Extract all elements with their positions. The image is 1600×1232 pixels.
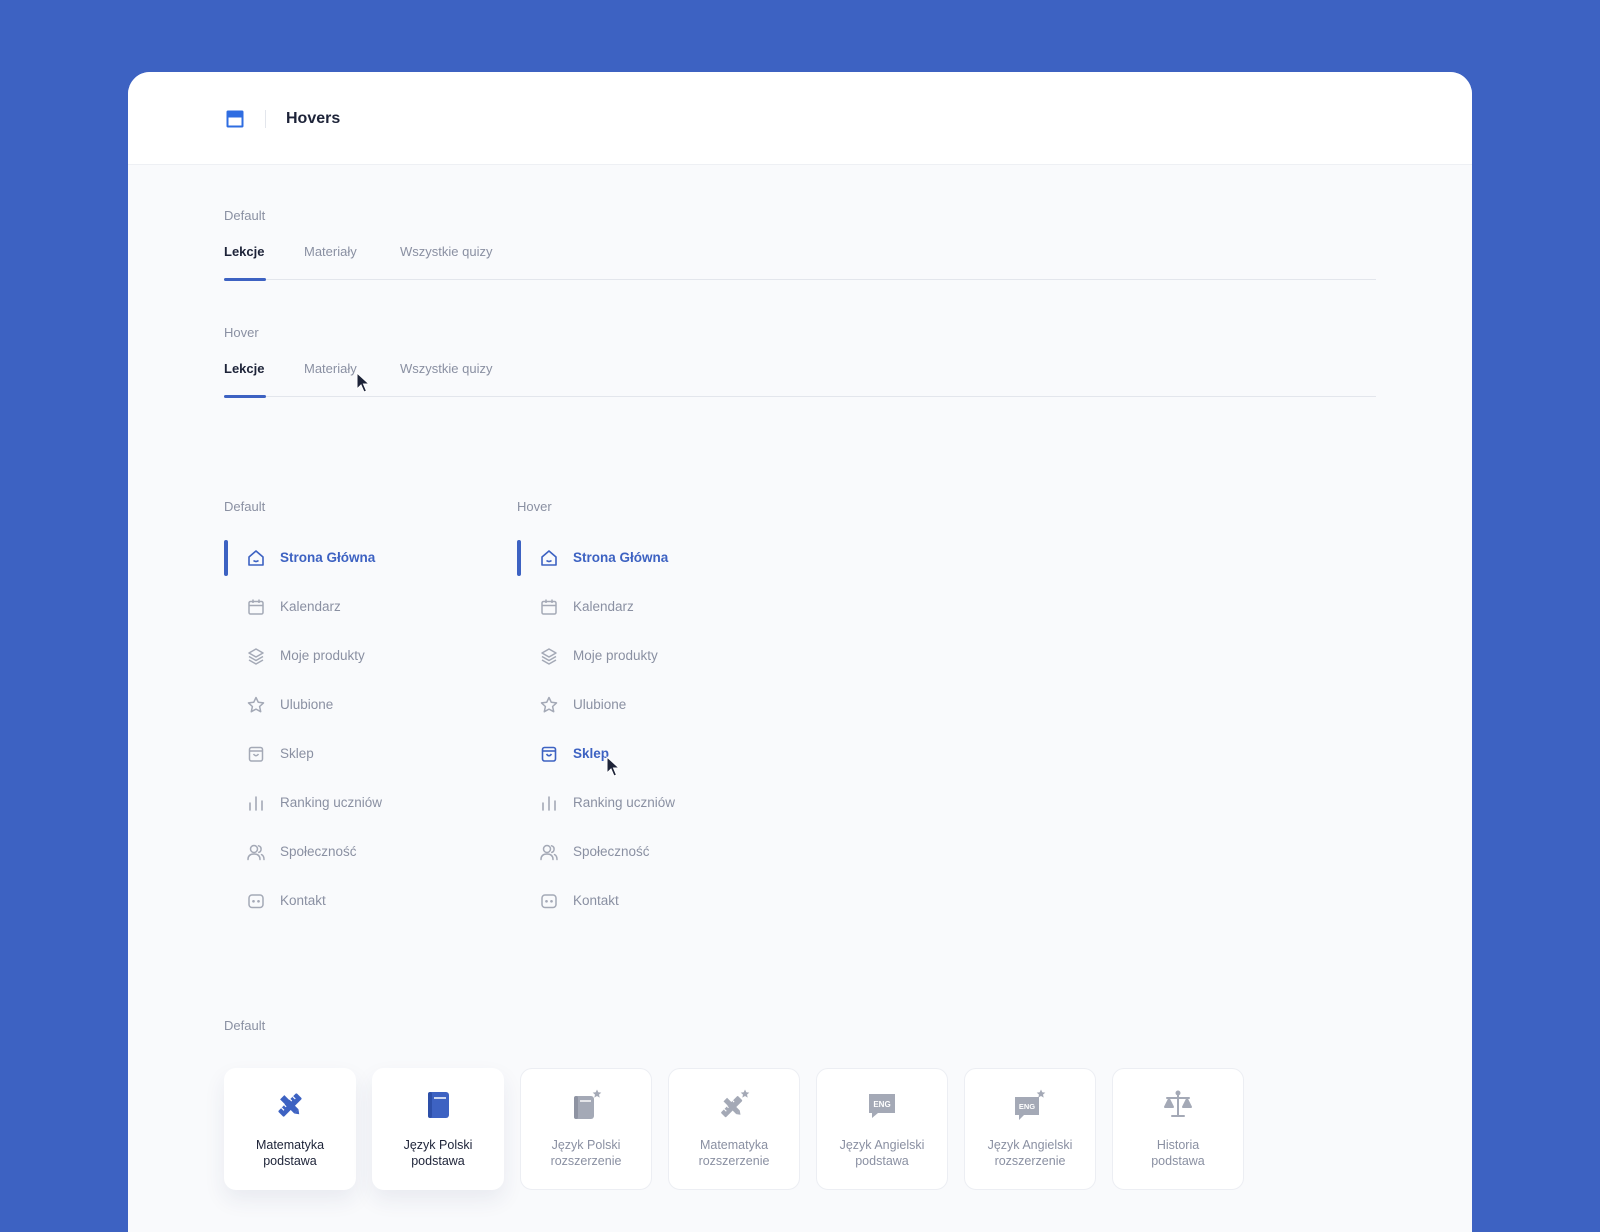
nav-item-label: Moje produkty: [280, 648, 365, 663]
nav-item-kalendarz[interactable]: Kalendarz: [517, 589, 777, 625]
nav-item-moje-produkty[interactable]: Moje produkty: [224, 638, 484, 674]
nav-item-label: Kontakt: [280, 893, 326, 908]
subject-label: Język Polski podstawa: [403, 1138, 473, 1168]
svg-text:ENG: ENG: [873, 1100, 890, 1109]
active-tab-indicator: [224, 278, 266, 281]
subject-card-historia-podstawa[interactable]: Historia podstawa: [1112, 1068, 1244, 1190]
nav-item-sklep[interactable]: Sklep: [517, 736, 777, 772]
nav-item-label: Strona Główna: [280, 550, 376, 565]
subject-label: Matematyka rozszerzenie: [698, 1138, 770, 1168]
nav-item-ranking-uczniow[interactable]: Ranking uczniów: [517, 785, 777, 821]
tab-lekcje[interactable]: Lekcje: [224, 244, 264, 259]
ruler-pencil-icon: [278, 1093, 302, 1117]
calendar-icon: [248, 599, 264, 615]
nav-item-ulubione[interactable]: Ulubione: [224, 687, 484, 723]
nav-item-label: Moje produkty: [573, 648, 658, 663]
mouse-cursor-icon: [606, 756, 620, 777]
nav-item-label: Strona Główna: [573, 550, 669, 565]
book-icon: [428, 1092, 449, 1118]
subject-card-matematyka-rozszerzenie[interactable]: Matematyka rozszerzenie: [668, 1068, 800, 1190]
eng-bubble-icon: ENG: [869, 1094, 895, 1118]
page-title: Hovers: [286, 110, 341, 127]
header-divider: [265, 110, 266, 128]
shopping-bag-icon: [541, 746, 557, 762]
nav-item-label: Ranking uczniów: [280, 795, 383, 810]
card-header: Hovers: [128, 72, 1472, 165]
subject-card-jezyk-polski-podstawa[interactable]: Język Polski podstawa: [372, 1068, 504, 1190]
layers-icon: [541, 648, 557, 665]
star-icon: [540, 696, 558, 713]
nav-item-label: Ulubione: [573, 697, 627, 712]
calendar-icon: [541, 599, 557, 615]
chat-icon: [541, 894, 557, 909]
nav-item-kontakt[interactable]: Kontakt: [224, 883, 484, 919]
tabs-default-label: Default: [224, 208, 266, 223]
nav-item-moje-produkty[interactable]: Moje produkty: [517, 638, 777, 674]
subject-card-jezyk-angielski-rozszerzenie[interactable]: ENG Język Angielski rozszerzenie: [964, 1068, 1096, 1190]
window-icon: [226, 110, 244, 128]
tab-wszystkie-quizy[interactable]: Wszystkie quizy: [400, 361, 492, 376]
subject-label: Matematyka podstawa: [255, 1138, 325, 1168]
nav-item-sklep[interactable]: Sklep: [224, 736, 484, 772]
layers-icon: [248, 648, 264, 665]
tabs-hover-label: Hover: [224, 325, 259, 340]
nav-item-label: Ulubione: [280, 697, 334, 712]
subject-label: Język Angielski podstawa: [839, 1138, 925, 1168]
users-icon: [247, 844, 265, 861]
eng-bubble-star-icon: ENG: [1015, 1089, 1046, 1120]
tabs-default: Lekcje Materiały Wszystkie quizy: [224, 242, 1376, 281]
nav-item-label: Kalendarz: [280, 599, 341, 614]
svg-text:ENG: ENG: [1019, 1102, 1035, 1111]
subject-label: Język Polski rozszerzenie: [550, 1138, 622, 1168]
nav-item-label: Społeczność: [280, 844, 357, 859]
nav-hover-label: Hover: [517, 499, 552, 514]
tab-lekcje[interactable]: Lekcje: [224, 361, 264, 376]
ruler-pencil-star-icon: [721, 1089, 750, 1118]
nav-item-kalendarz[interactable]: Kalendarz: [224, 589, 484, 625]
subject-card-jezyk-angielski-podstawa[interactable]: ENG Język Angielski podstawa: [816, 1068, 948, 1190]
active-nav-indicator: [517, 540, 521, 576]
book-star-icon: [574, 1089, 602, 1119]
nav-item-ulubione[interactable]: Ulubione: [517, 687, 777, 723]
nav-item-strona-glowna[interactable]: Strona Główna: [224, 540, 484, 576]
chat-icon: [248, 894, 264, 909]
home-icon: [541, 550, 557, 566]
active-tab-indicator: [224, 395, 266, 398]
subject-label: Język Angielski rozszerzenie: [987, 1138, 1073, 1168]
tabs-hover: Lekcje Materiały Wszystkie quizy: [224, 359, 1376, 398]
subject-label: Historia podstawa: [1151, 1138, 1205, 1168]
nav-item-label: Społeczność: [573, 844, 650, 859]
bar-chart-icon: [249, 796, 263, 811]
nav-item-spolecznosc[interactable]: Społeczność: [224, 834, 484, 870]
shopping-bag-icon: [248, 746, 264, 762]
tab-materialy[interactable]: Materiały: [304, 244, 357, 259]
star-icon: [247, 696, 265, 713]
home-icon: [248, 550, 264, 566]
nav-item-spolecznosc[interactable]: Społeczność: [517, 834, 777, 870]
nav-item-label: Sklep: [280, 746, 314, 761]
subjects-default-label: Default: [224, 1018, 266, 1033]
nav-item-label: Kontakt: [573, 893, 619, 908]
nav-item-kontakt[interactable]: Kontakt: [517, 883, 777, 919]
hovers-card: Hovers Default Lekcje Materiały Wszystki…: [128, 72, 1472, 1232]
nav-item-strona-glowna[interactable]: Strona Główna: [517, 540, 777, 576]
active-nav-indicator: [224, 540, 228, 576]
nav-item-label: Sklep: [573, 746, 610, 761]
nav-item-ranking-uczniow[interactable]: Ranking uczniów: [224, 785, 484, 821]
bar-chart-icon: [542, 796, 556, 811]
users-icon: [540, 844, 558, 861]
tab-materialy[interactable]: Materiały: [304, 361, 357, 376]
nav-default-label: Default: [224, 499, 266, 514]
tab-wszystkie-quizy[interactable]: Wszystkie quizy: [400, 244, 492, 259]
scales-icon: [1164, 1090, 1192, 1117]
nav-item-label: Ranking uczniów: [573, 795, 676, 810]
subject-card-matematyka-podstawa[interactable]: Matematyka podstawa: [224, 1068, 356, 1190]
subject-card-jezyk-polski-rozszerzenie[interactable]: Język Polski rozszerzenie: [520, 1068, 652, 1190]
mouse-cursor-icon: [356, 372, 370, 393]
nav-item-label: Kalendarz: [573, 599, 634, 614]
